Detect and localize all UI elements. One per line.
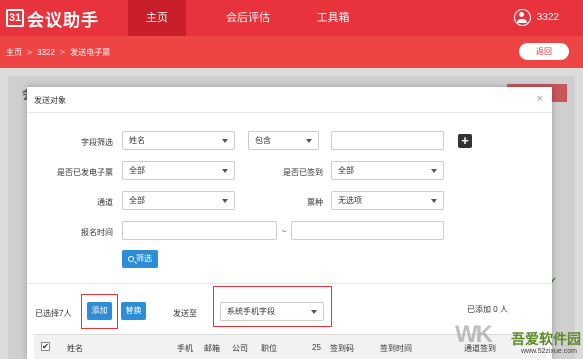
filter-button-label: 筛选 <box>136 254 152 263</box>
chevron-down-icon <box>222 199 228 203</box>
operator-select-value: 包含 <box>255 136 271 145</box>
user-menu[interactable]: 3322 <box>513 9 559 26</box>
keyword-input[interactable] <box>331 131 444 150</box>
tab-home[interactable]: 主页 <box>128 0 186 36</box>
chevron-down-icon <box>306 139 312 143</box>
select-all-checkbox[interactable]: ✔ <box>41 342 50 351</box>
replace-button[interactable]: 替换 <box>121 302 146 320</box>
send-to-select[interactable]: 系统手机字段 <box>220 302 324 321</box>
close-icon[interactable]: × <box>537 93 543 105</box>
column-header-checkin-time[interactable]: 签到时间 <box>380 343 412 354</box>
watermark-title: 吾爱软件园 <box>511 331 581 347</box>
tab-post-meeting-evaluation[interactable]: 会后评估 <box>215 0 281 36</box>
column-header-25[interactable]: 25 <box>312 343 321 352</box>
add-condition-plus-icon[interactable]: + <box>458 134 472 148</box>
watermark-logo: WK <box>455 321 493 348</box>
sent-ticket-label: 是否已发电子票 <box>57 168 113 177</box>
column-header-company[interactable]: 公司 <box>232 343 248 354</box>
back-button[interactable]: 返回 <box>519 43 569 60</box>
dialog-title: 发送对象 <box>34 96 66 105</box>
chevron-down-icon <box>311 310 317 314</box>
chevron-down-icon <box>222 139 228 143</box>
selected-count: 已选择7人 <box>35 309 72 318</box>
chevron-down-icon <box>431 199 437 203</box>
breadcrumb-current: 发送电子票 <box>70 48 111 57</box>
ticket-type-select[interactable]: 无选项 <box>331 191 444 210</box>
search-icon <box>128 256 134 262</box>
column-header-checkin-code[interactable]: 签到码 <box>330 343 354 354</box>
add-button[interactable]: 添加 <box>87 302 112 320</box>
app-logo[interactable]: 31 会议助手 <box>6 7 99 30</box>
checked-in-select[interactable]: 全部 <box>331 161 444 180</box>
sent-ticket-select[interactable]: 全部 <box>122 161 235 180</box>
logo-mark: 31 <box>6 9 24 27</box>
field-filter-label: 字段筛选 <box>81 138 113 147</box>
range-separator: ~ <box>281 227 287 236</box>
ticket-type-label: 票种 <box>307 198 323 207</box>
send-to-label: 发送至 <box>173 309 197 318</box>
field-select-value: 姓名 <box>129 136 145 145</box>
chevron-down-icon <box>222 169 228 173</box>
user-icon <box>513 9 531 26</box>
signup-time-start-input[interactable] <box>122 221 277 240</box>
signup-time-end-input[interactable] <box>291 221 444 240</box>
breadcrumb: 主页 > 3322 > 发送电子票 <box>6 47 113 58</box>
breadcrumb-bar: 主页 > 3322 > 发送电子票 返回 <box>0 36 583 68</box>
dialog-header: 发送对象 × <box>27 87 552 113</box>
checked-in-value: 全部 <box>338 166 354 175</box>
sent-ticket-value: 全部 <box>129 166 145 175</box>
channel-value: 全部 <box>129 196 145 205</box>
ticket-type-value: 无选项 <box>338 196 362 205</box>
watermark-url: www.52zixue.com <box>520 348 577 355</box>
chevron-down-icon <box>431 169 437 173</box>
added-count: 已添加 0 人 <box>467 305 508 314</box>
tab-toolbox[interactable]: 工具箱 <box>304 0 362 36</box>
column-header-name[interactable]: 姓名 <box>67 343 83 354</box>
column-header-position[interactable]: 职位 <box>261 343 277 354</box>
checked-in-label: 是否已签到 <box>283 168 323 177</box>
signup-time-label: 报名时间 <box>81 228 113 237</box>
breadcrumb-separator: > <box>60 48 65 57</box>
breadcrumb-separator: > <box>27 48 32 57</box>
watermark: WK 吾爱软件园 www.52zixue.com <box>455 315 581 357</box>
filter-button[interactable]: 筛选 <box>122 250 158 268</box>
column-header-email[interactable]: 邮箱 <box>204 343 220 354</box>
breadcrumb-meeting[interactable]: 3322 <box>37 48 55 57</box>
column-header-phone[interactable]: 手机 <box>177 343 193 354</box>
logo-text: 会议助手 <box>27 10 99 30</box>
channel-label: 通道 <box>97 198 113 207</box>
operator-select[interactable]: 包含 <box>248 131 319 150</box>
channel-select[interactable]: 全部 <box>122 191 235 210</box>
top-nav: 31 会议助手 主页 会后评估 工具箱 3322 <box>0 0 583 36</box>
divider <box>27 283 552 284</box>
breadcrumb-home[interactable]: 主页 <box>6 48 22 57</box>
send-to-value: 系统手机字段 <box>227 307 275 316</box>
user-name: 3322 <box>536 12 559 23</box>
field-select[interactable]: 姓名 <box>122 131 235 150</box>
